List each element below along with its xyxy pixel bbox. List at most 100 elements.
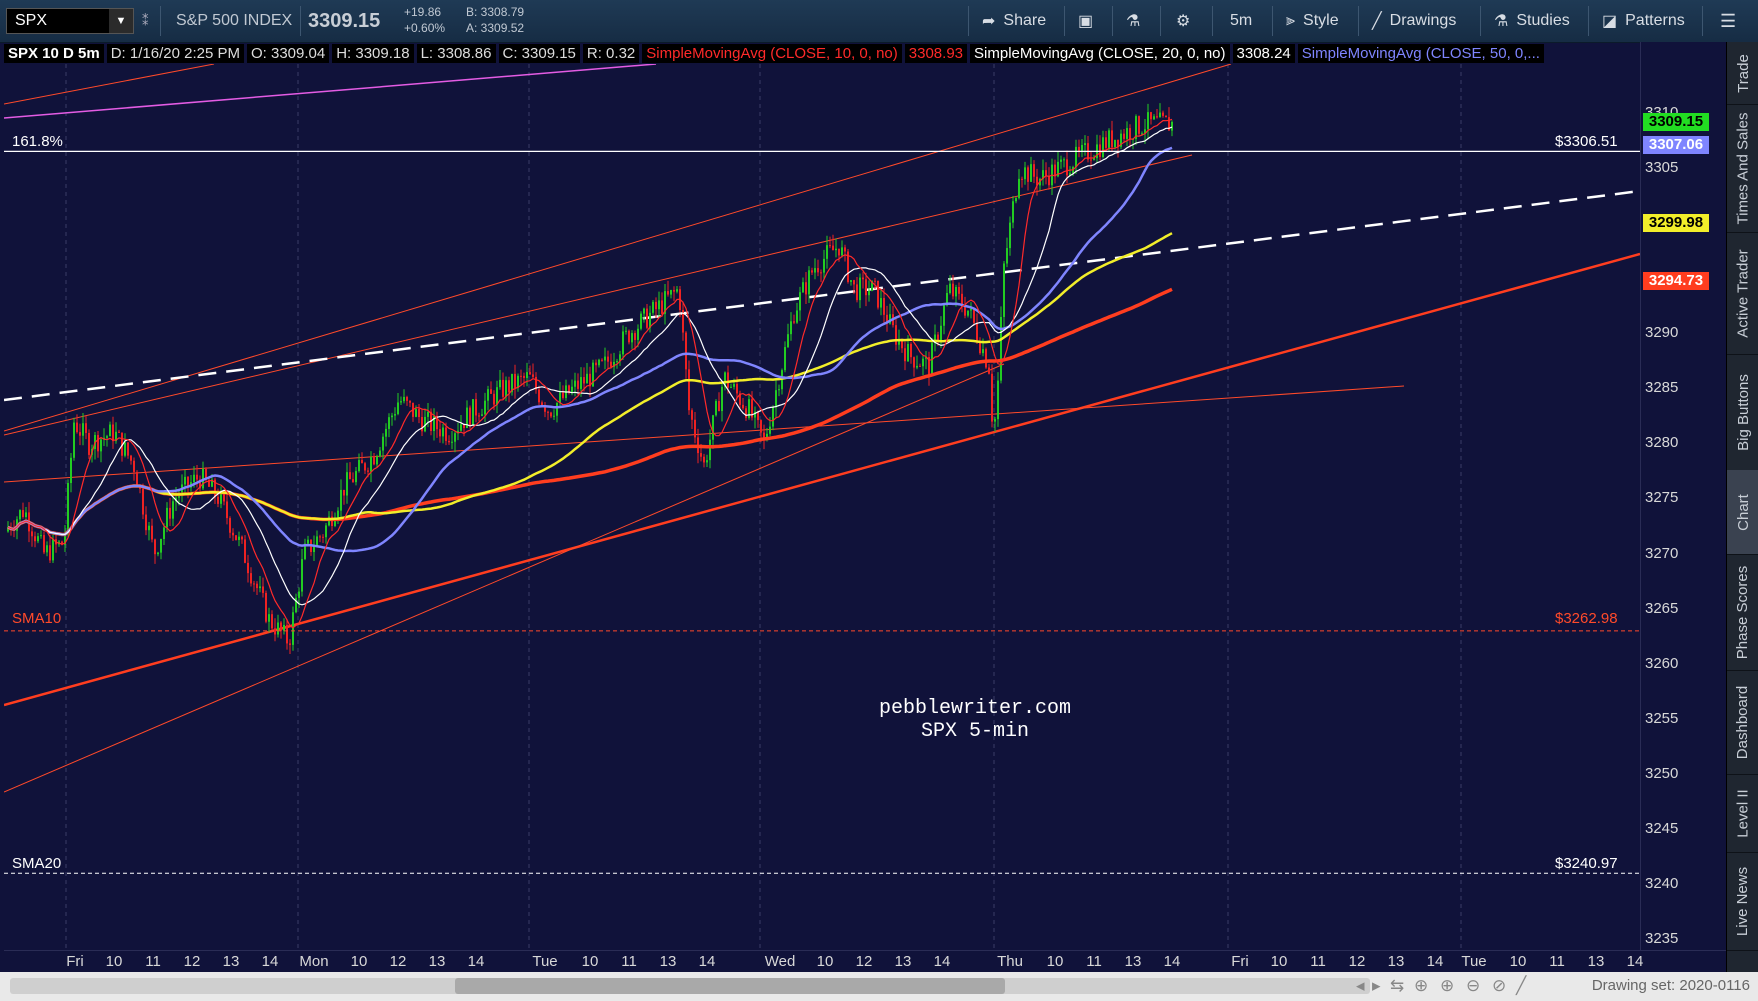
candle-body [868,290,870,296]
candle-body [841,247,843,256]
candle-body [421,417,423,432]
candle-body [439,429,441,437]
studies-label: Studies [1516,12,1570,29]
divider [1212,6,1213,36]
time-tick: 13 [1387,953,1405,970]
candle-body [859,277,861,301]
candle-body [289,643,291,645]
sidebar-tab-times-and-sales[interactable]: Times And Sales [1727,104,1758,233]
candle-body [691,410,693,420]
time-tick: Thu [997,953,1023,970]
flask-icon[interactable]: ⚗ [1126,0,1140,42]
candle-body [955,286,957,297]
candle-body [796,310,798,323]
candle-body [1054,164,1056,177]
gear-icon[interactable]: ⚙ [1176,0,1190,42]
time-axis[interactable]: Fri 10 11 12 13 14 Mon 10 12 13 14 Tue 10 11 13 14 Wed 10… [4,950,1726,973]
sidebar-tab-label: Times And Sales [1734,112,1752,224]
sidebar-tab-trade[interactable]: Trade [1727,42,1758,105]
candle-body [910,343,912,358]
candle-body [388,417,390,429]
time-tick: 14 [933,953,951,970]
candle-body [577,380,579,389]
candle-body [907,343,909,362]
grid-icon[interactable]: ▣ [1078,0,1093,42]
draw-line-icon[interactable]: ╱ [1516,976,1526,996]
candle-body [634,333,636,340]
candle-body [1027,167,1029,182]
candle-body [706,460,708,463]
scrollbar-thumb[interactable] [455,978,1005,994]
patterns-icon: ◪ [1602,13,1618,30]
studies-button[interactable]: ⚗ Studies [1494,0,1570,42]
candle-body [220,492,222,504]
time-tick: 10 [581,953,599,970]
candle-body [472,399,474,426]
candle-body [319,536,321,538]
sidebar-tab-dashboard[interactable]: Dashboard [1727,670,1758,775]
style-button[interactable]: ⫸ Style [1286,0,1339,42]
candle-body [637,328,639,340]
time-tick: Wed [764,953,796,970]
candle-body [958,286,960,294]
candle-body [1099,144,1101,157]
candle-body [880,298,882,308]
candle-body [991,373,993,422]
price-tag: 3299.98 [1643,214,1709,233]
price-chart[interactable] [4,64,1640,950]
zoom-out-icon[interactable]: ⊖ [1466,976,1480,996]
watermark-line1: pebblewriter.com [878,697,1072,720]
divider [1112,6,1113,36]
candle-body [415,408,417,417]
candle-body [130,455,132,461]
time-tick: 12 [855,953,873,970]
scroll-right-icon[interactable]: ▸ [1372,976,1381,996]
candle-body [997,380,999,420]
scroll-left-icon[interactable]: ◂ [1356,976,1365,996]
timeframe-button[interactable]: 5m [1230,0,1252,42]
crosshair-icon[interactable]: ⊕ [1414,976,1428,996]
sidebar-tab-label: Dashboard [1734,685,1752,759]
candle-body [70,457,72,484]
candle-body [652,301,654,313]
zoom-in-icon[interactable]: ⊕ [1440,976,1454,996]
symbol-input[interactable]: SPX ▼ [6,8,134,34]
sma20-line [7,126,1173,606]
legend-sma10-value: 3308.93 [904,43,968,63]
candle-body [982,349,984,354]
candle-body [88,432,90,455]
sidebar-tab-big-buttons[interactable]: Big Buttons [1727,354,1758,471]
candle-body [370,456,372,472]
candle-body [244,539,246,563]
candle-body [106,436,108,438]
watermark: pebblewriter.com SPX 5-min [820,697,1130,743]
sidebar-tab-live-news[interactable]: Live News [1727,852,1758,951]
price-axis[interactable]: 3310330533003295329032853280327532703265… [1640,42,1727,950]
sidebar-tab-level-ii[interactable]: Level II [1727,774,1758,853]
link-icon[interactable]: ⁑ [142,0,149,42]
candle-body [154,539,156,555]
candle-body [25,512,27,517]
sidebar-tab-active-trader[interactable]: Active Trader [1727,232,1758,355]
sidebar-tab-chart[interactable]: Chart [1727,470,1758,555]
sidebar-tab-phase-scores[interactable]: Phase Scores [1727,554,1758,671]
time-tick: Tue [532,953,558,970]
drawings-button[interactable]: ╱ Drawings [1372,0,1456,42]
patterns-button[interactable]: ◪ Patterns [1602,0,1685,42]
candle-body [445,427,447,441]
share-button[interactable]: ➦ Share [982,0,1046,42]
divider [1358,6,1359,36]
candle-body [553,415,555,417]
pan-icon[interactable]: ⇆ [1390,976,1404,996]
candle-body [307,539,309,544]
zoom-reset-icon[interactable]: ⊘ [1492,976,1506,996]
candle-body [607,356,609,362]
menu-icon[interactable]: ☰ [1720,0,1736,42]
time-tick: 13 [1124,953,1142,970]
candle-body [940,325,942,341]
candle-body [193,474,195,483]
candle-body [292,612,294,645]
candle-body [967,310,969,316]
symbol-dropdown-icon[interactable]: ▼ [109,9,133,33]
candle-body [1078,146,1080,151]
